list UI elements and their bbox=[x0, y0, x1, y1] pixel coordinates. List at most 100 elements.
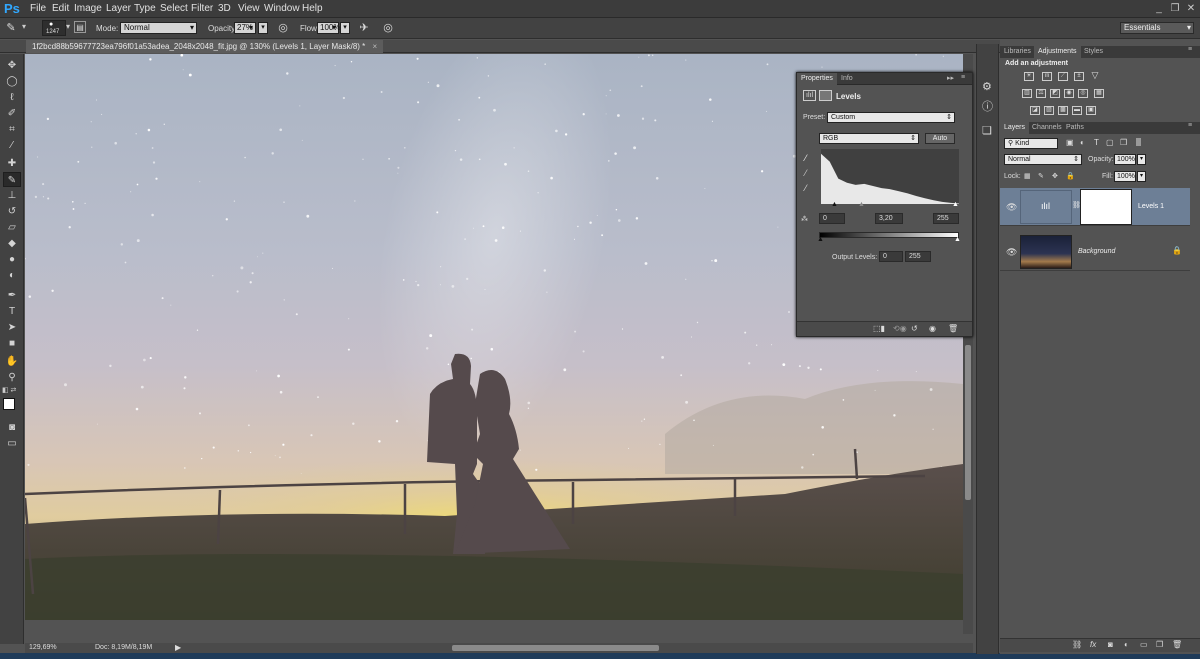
fill-dropdown[interactable]: ▾ bbox=[1137, 171, 1146, 182]
levels-icon[interactable]: ılı bbox=[1042, 72, 1052, 81]
tab-layers[interactable]: Layers bbox=[1000, 122, 1030, 134]
lasso-tool-icon[interactable]: ℓ bbox=[3, 90, 21, 105]
tool-preset-dropdown[interactable]: ▾ bbox=[22, 22, 26, 31]
layer-comps-icon[interactable]: ❏ bbox=[982, 124, 992, 137]
threshold-icon[interactable]: ▩ bbox=[1058, 106, 1068, 115]
auto-button[interactable]: Auto bbox=[925, 133, 955, 144]
curves-icon[interactable]: ⟋ bbox=[1058, 72, 1068, 81]
history-brush-tool-icon[interactable]: ↺ bbox=[3, 204, 21, 219]
layer-name-levels[interactable]: Levels 1 bbox=[1138, 203, 1164, 210]
filter-toggle[interactable] bbox=[1136, 138, 1141, 146]
default-colors-icon[interactable]: ◧ ⇄ bbox=[2, 386, 16, 394]
visibility-icon[interactable]: ◉ bbox=[929, 324, 936, 333]
visibility-eye-icon[interactable]: 👁 bbox=[1006, 202, 1017, 213]
tab-adjustments[interactable]: Adjustments bbox=[1034, 46, 1081, 58]
rectangle-tool-icon[interactable]: ■ bbox=[3, 336, 21, 351]
color-balance-icon[interactable]: ⚖ bbox=[1036, 89, 1046, 98]
filter-pixel-icon[interactable]: ▣ bbox=[1066, 138, 1074, 147]
move-tool-icon[interactable]: ✥ bbox=[3, 58, 21, 73]
menu-file[interactable]: File bbox=[30, 3, 46, 14]
layer-opacity-input[interactable]: 100% bbox=[1114, 154, 1136, 165]
menu-type[interactable]: Type bbox=[134, 3, 156, 14]
brightness-contrast-icon[interactable]: ☀ bbox=[1024, 72, 1034, 81]
quick-mask-icon[interactable]: ◙ bbox=[3, 420, 21, 435]
layer-opacity-dropdown[interactable]: ▾ bbox=[1137, 154, 1146, 165]
black-white-icon[interactable]: ◩ bbox=[1050, 89, 1060, 98]
delete-layer-icon[interactable]: 🗑 bbox=[1172, 640, 1182, 649]
menu-3d[interactable]: 3D bbox=[218, 3, 231, 14]
healing-brush-tool-icon[interactable]: ✚ bbox=[3, 156, 21, 171]
workspace-select[interactable]: Essentials bbox=[1120, 22, 1194, 34]
tab-properties[interactable]: Properties bbox=[797, 73, 837, 85]
pen-tool-icon[interactable]: ✒ bbox=[3, 288, 21, 303]
filter-smart-object-icon[interactable]: ❒ bbox=[1120, 138, 1127, 147]
tab-paths[interactable]: Paths bbox=[1062, 122, 1088, 134]
input-white-field[interactable]: 255 bbox=[933, 213, 959, 224]
status-menu-icon[interactable]: ▶ bbox=[175, 643, 181, 652]
airbrush-icon[interactable]: ✈ bbox=[357, 21, 371, 35]
tab-styles[interactable]: Styles bbox=[1080, 46, 1107, 58]
preset-select[interactable]: Custom ⇕ bbox=[827, 112, 955, 123]
input-black-field[interactable]: 0 bbox=[819, 213, 845, 224]
channel-mixer-icon[interactable]: ◎ bbox=[1078, 89, 1088, 98]
filter-shape-icon[interactable]: ▢ bbox=[1106, 138, 1114, 147]
vertical-scroll-thumb[interactable] bbox=[965, 345, 971, 500]
exposure-icon[interactable]: ± bbox=[1074, 72, 1084, 81]
brush-panel-icon[interactable]: ▤ bbox=[74, 21, 86, 33]
hand-tool-icon[interactable]: ✋ bbox=[3, 354, 21, 369]
gradient-map-icon[interactable]: ▬ bbox=[1072, 106, 1082, 115]
brush-picker-dropdown[interactable]: ▾ bbox=[66, 22, 70, 31]
horizontal-scroll-thumb[interactable] bbox=[452, 645, 659, 651]
lock-transparent-icon[interactable]: ▦ bbox=[1024, 172, 1031, 180]
output-black-slider[interactable]: ▲ bbox=[817, 236, 824, 243]
brush-tool-icon[interactable]: ✎ bbox=[3, 172, 21, 187]
link-layers-icon[interactable]: ⛓ bbox=[1072, 640, 1082, 649]
menu-select[interactable]: Select bbox=[160, 3, 188, 14]
menu-help[interactable]: Help bbox=[302, 3, 323, 14]
info-panel-icon[interactable]: ⓘ bbox=[982, 98, 993, 114]
menu-window[interactable]: Window bbox=[264, 3, 300, 14]
lock-all-icon[interactable]: 🔒 bbox=[1066, 172, 1075, 180]
minimize-icon[interactable]: _ bbox=[1152, 2, 1166, 15]
crop-tool-icon[interactable]: ⌗ bbox=[3, 122, 21, 137]
filter-kind-select[interactable]: ⚲ Kind bbox=[1004, 138, 1058, 149]
fx-icon[interactable]: fx bbox=[1090, 640, 1096, 649]
tab-channels[interactable]: Channels bbox=[1028, 122, 1066, 134]
eraser-tool-icon[interactable]: ▱ bbox=[3, 220, 21, 235]
invert-icon[interactable]: ◪ bbox=[1030, 106, 1040, 115]
document-tab[interactable]: 1f2bcd88b59677723ea796f01a53adea_2048x20… bbox=[26, 40, 384, 53]
panel-menu-icon[interactable]: ≡ bbox=[1188, 122, 1192, 129]
photo-filter-icon[interactable]: ◉ bbox=[1064, 89, 1074, 98]
zoom-level[interactable]: 129,69% bbox=[29, 644, 57, 651]
restore-icon[interactable]: ❐ bbox=[1168, 2, 1182, 15]
input-gamma-field[interactable]: 3,20 bbox=[875, 213, 903, 224]
close-icon[interactable]: ✕ bbox=[1184, 2, 1198, 15]
screen-mode-icon[interactable]: ▭ bbox=[3, 436, 21, 451]
path-select-tool-icon[interactable]: ➤ bbox=[3, 320, 21, 335]
clip-to-layer-icon[interactable]: ⬚▮ bbox=[873, 324, 885, 333]
panel-menu-icon[interactable]: ≡ bbox=[961, 74, 965, 81]
vibrance-icon[interactable]: ▽ bbox=[1090, 71, 1100, 81]
filter-adjustment-icon[interactable]: ◐ bbox=[1080, 138, 1085, 147]
menu-layer[interactable]: Layer bbox=[106, 3, 131, 14]
eyedropper-tool-icon[interactable]: ⁄ bbox=[3, 138, 21, 153]
lock-position-icon[interactable]: ✥ bbox=[1052, 172, 1058, 180]
add-mask-icon[interactable]: ◙ bbox=[1108, 640, 1113, 649]
menu-view[interactable]: View bbox=[238, 3, 260, 14]
input-black-slider[interactable]: ▲ bbox=[831, 201, 838, 208]
pressure-opacity-icon[interactable]: ◎ bbox=[276, 21, 290, 35]
properties-panel-icon[interactable]: ⚙ bbox=[982, 80, 992, 93]
layer-row-background[interactable]: 👁 Background 🔒 bbox=[1000, 233, 1190, 271]
menu-edit[interactable]: Edit bbox=[52, 3, 69, 14]
blend-mode-select[interactable]: Normal ⇕ bbox=[1004, 154, 1082, 165]
mode-select[interactable]: Normal bbox=[120, 22, 197, 34]
view-previous-icon[interactable]: ⟲◉ bbox=[893, 324, 907, 333]
new-layer-icon[interactable]: ❐ bbox=[1156, 640, 1163, 649]
delete-icon[interactable]: 🗑 bbox=[948, 324, 958, 333]
posterize-icon[interactable]: ▨ bbox=[1044, 106, 1054, 115]
brush-tool-icon[interactable]: ✎ bbox=[4, 21, 18, 35]
dodge-tool-icon[interactable]: ◐ bbox=[3, 268, 21, 283]
brush-size-preview[interactable]: ● 1247 bbox=[42, 20, 66, 36]
close-tab-icon[interactable]: × bbox=[373, 42, 378, 51]
layer-row-levels[interactable]: 👁 ılıl ⛓ Levels 1 bbox=[1000, 188, 1190, 226]
